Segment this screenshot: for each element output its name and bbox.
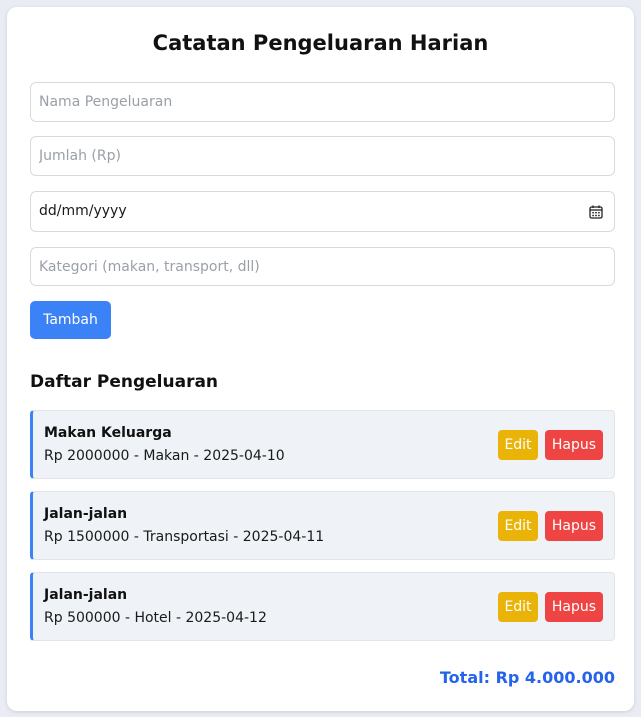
list-heading: Daftar Pengeluaran bbox=[30, 372, 219, 392]
delete-button[interactable]: Hapus bbox=[545, 592, 603, 622]
expense-name-input[interactable] bbox=[30, 82, 615, 122]
calendar-icon[interactable] bbox=[589, 205, 603, 219]
expense-item: Jalan-jalan Rp 500000 - Hotel - 2025-04-… bbox=[30, 572, 615, 641]
expense-card: Catatan Pengeluaran Harian dd/mm/yyyy Ta… bbox=[7, 7, 634, 711]
expense-item: Jalan-jalan Rp 1500000 - Transportasi - … bbox=[30, 491, 615, 560]
category-input[interactable] bbox=[30, 247, 615, 286]
expense-list: Makan Keluarga Rp 2000000 - Makan - 2025… bbox=[30, 410, 615, 653]
delete-button[interactable]: Hapus bbox=[545, 511, 603, 541]
edit-button[interactable]: Edit bbox=[498, 430, 538, 460]
expense-name: Jalan-jalan bbox=[44, 506, 128, 522]
expense-item: Makan Keluarga Rp 2000000 - Makan - 2025… bbox=[30, 410, 615, 479]
page-title: Catatan Pengeluaran Harian bbox=[152, 31, 489, 55]
expense-detail: Rp 500000 - Hotel - 2025-04-12 bbox=[44, 610, 267, 626]
edit-button[interactable]: Edit bbox=[498, 511, 538, 541]
edit-button[interactable]: Edit bbox=[498, 592, 538, 622]
delete-button[interactable]: Hapus bbox=[545, 430, 603, 460]
expense-name: Jalan-jalan bbox=[44, 587, 128, 603]
expense-detail: Rp 2000000 - Makan - 2025-04-10 bbox=[44, 448, 285, 464]
date-value: dd/mm/yyyy bbox=[39, 203, 127, 219]
expense-name: Makan Keluarga bbox=[44, 425, 172, 441]
amount-input[interactable] bbox=[30, 136, 615, 176]
expense-detail: Rp 1500000 - Transportasi - 2025-04-11 bbox=[44, 529, 325, 545]
date-input[interactable]: dd/mm/yyyy bbox=[30, 191, 615, 232]
add-button[interactable]: Tambah bbox=[30, 301, 111, 339]
total-amount: Total: Rp 4.000.000 bbox=[439, 668, 615, 687]
